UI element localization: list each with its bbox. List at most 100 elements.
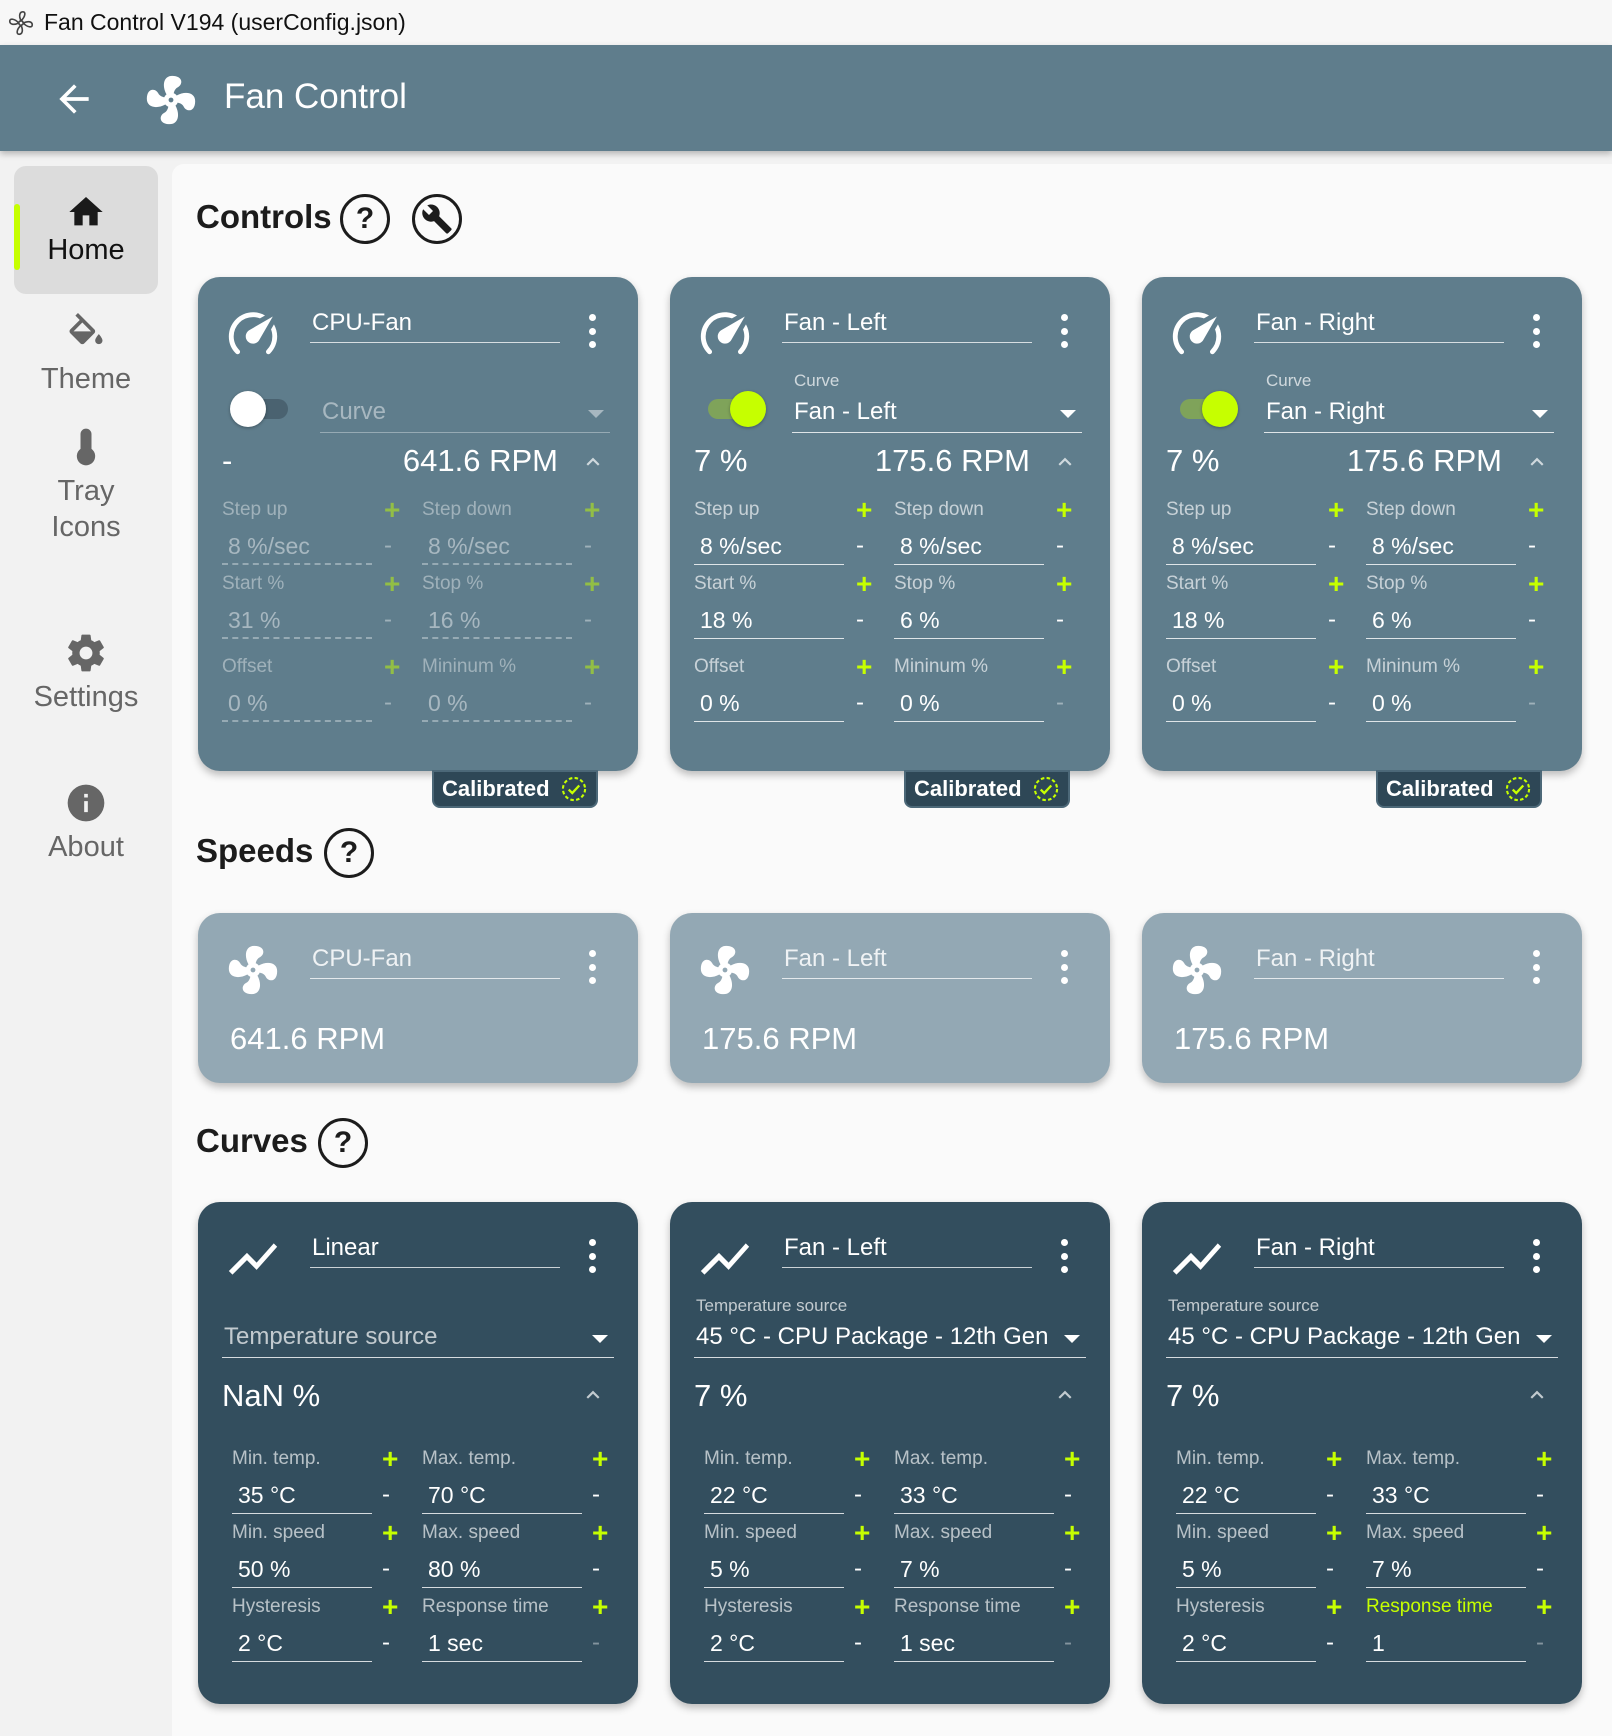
decrement-button[interactable]: - xyxy=(1328,529,1336,563)
temperature-source-select[interactable]: Temperature source 45 °C - CPU Package -… xyxy=(694,1296,1086,1358)
step-up-input[interactable]: 8 %/sec xyxy=(1166,529,1316,565)
start-percent-input[interactable]: 18 % xyxy=(694,603,844,639)
decrement-button[interactable]: - xyxy=(1536,1626,1544,1660)
increment-button[interactable]: + xyxy=(1328,569,1344,599)
decrement-button[interactable]: - xyxy=(856,529,864,563)
decrement-button[interactable]: - xyxy=(1326,1626,1334,1660)
offset-input[interactable]: 0 % xyxy=(694,686,844,722)
increment-button[interactable]: + xyxy=(382,1518,398,1548)
hysteresis-input[interactable]: 2 °C xyxy=(1176,1626,1316,1662)
max-temp-input[interactable]: 33 °C xyxy=(894,1478,1054,1514)
stop-percent-input[interactable]: 6 % xyxy=(1366,603,1516,639)
step-down-input[interactable]: 8 %/sec xyxy=(894,529,1044,565)
step-up-input[interactable]: 8 %/sec xyxy=(694,529,844,565)
decrement-button[interactable]: - xyxy=(384,529,392,563)
increment-button[interactable]: + xyxy=(382,1592,398,1622)
hysteresis-input[interactable]: 2 °C xyxy=(704,1626,844,1662)
increment-button[interactable]: + xyxy=(1328,495,1344,525)
more-options-icon[interactable] xyxy=(584,311,600,351)
increment-button[interactable]: + xyxy=(1528,652,1544,682)
decrement-button[interactable]: - xyxy=(592,1552,600,1586)
increment-button[interactable]: + xyxy=(1528,569,1544,599)
control-name-input[interactable]: CPU-Fan xyxy=(310,309,560,343)
controls-tools-button[interactable] xyxy=(412,194,462,244)
more-options-icon[interactable] xyxy=(584,947,600,987)
speed-name-input[interactable]: Fan - Left xyxy=(782,945,1032,979)
decrement-button[interactable]: - xyxy=(1064,1626,1072,1660)
increment-button[interactable]: + xyxy=(1064,1592,1080,1622)
response-time-input[interactable]: 1 sec xyxy=(422,1626,582,1662)
start-percent-input[interactable]: 18 % xyxy=(1166,603,1316,639)
stop-percent-input[interactable]: 16 % xyxy=(422,603,572,639)
sidebar-item-home[interactable]: Home xyxy=(14,166,158,294)
decrement-button[interactable]: - xyxy=(854,1626,862,1660)
decrement-button[interactable]: - xyxy=(1536,1552,1544,1586)
min-temp-input[interactable]: 22 °C xyxy=(1176,1478,1316,1514)
min-speed-input[interactable]: 50 % xyxy=(232,1552,372,1588)
more-options-icon[interactable] xyxy=(1056,311,1072,351)
increment-button[interactable]: + xyxy=(854,1518,870,1548)
increment-button[interactable]: + xyxy=(854,1444,870,1474)
decrement-button[interactable]: - xyxy=(1528,603,1536,637)
control-name-input[interactable]: Fan - Left xyxy=(782,309,1032,343)
step-up-input[interactable]: 8 %/sec xyxy=(222,529,372,565)
sidebar-item-about[interactable]: About xyxy=(14,781,158,891)
arrow-left-icon[interactable] xyxy=(52,77,96,121)
increment-button[interactable]: + xyxy=(584,495,600,525)
increment-button[interactable]: + xyxy=(1326,1592,1342,1622)
sidebar-item-theme[interactable]: Theme xyxy=(14,301,158,411)
decrement-button[interactable]: - xyxy=(382,1478,390,1512)
max-temp-input[interactable]: 70 °C xyxy=(422,1478,582,1514)
increment-button[interactable]: + xyxy=(382,1444,398,1474)
decrement-button[interactable]: - xyxy=(1326,1552,1334,1586)
decrement-button[interactable]: - xyxy=(384,603,392,637)
max-temp-input[interactable]: 33 °C xyxy=(1366,1478,1526,1514)
increment-button[interactable]: + xyxy=(592,1592,608,1622)
sidebar-item-settings[interactable]: Settings xyxy=(14,631,158,741)
decrement-button[interactable]: - xyxy=(382,1552,390,1586)
min-temp-input[interactable]: 22 °C xyxy=(704,1478,844,1514)
control-enable-toggle[interactable] xyxy=(702,389,766,429)
decrement-button[interactable]: - xyxy=(1536,1478,1544,1512)
curves-help-button[interactable]: ? xyxy=(318,1118,368,1168)
hysteresis-input[interactable]: 2 °C xyxy=(232,1626,372,1662)
increment-button[interactable]: + xyxy=(384,495,400,525)
decrement-button[interactable]: - xyxy=(1056,603,1064,637)
increment-button[interactable]: + xyxy=(384,569,400,599)
decrement-button[interactable]: - xyxy=(1528,686,1536,720)
speed-name-input[interactable]: CPU-Fan xyxy=(310,945,560,979)
increment-button[interactable]: + xyxy=(584,652,600,682)
chevron-up-icon[interactable] xyxy=(580,1382,606,1408)
offset-input[interactable]: 0 % xyxy=(1166,686,1316,722)
speeds-help-button[interactable]: ? xyxy=(324,828,374,878)
decrement-button[interactable]: - xyxy=(854,1552,862,1586)
increment-button[interactable]: + xyxy=(592,1444,608,1474)
curve-name-input[interactable]: Fan - Left xyxy=(782,1234,1032,1268)
increment-button[interactable]: + xyxy=(1056,569,1072,599)
chevron-up-icon[interactable] xyxy=(1524,449,1550,475)
minimum-percent-input[interactable]: 0 % xyxy=(422,686,572,722)
decrement-button[interactable]: - xyxy=(1528,529,1536,563)
chevron-up-icon[interactable] xyxy=(1052,1382,1078,1408)
max-speed-input[interactable]: 7 % xyxy=(894,1552,1054,1588)
increment-button[interactable]: + xyxy=(854,1592,870,1622)
decrement-button[interactable]: - xyxy=(384,686,392,720)
increment-button[interactable]: + xyxy=(1064,1518,1080,1548)
stop-percent-input[interactable]: 6 % xyxy=(894,603,1044,639)
curve-select[interactable]: Curve Fan - Right xyxy=(1264,371,1554,433)
curve-select[interactable]: Curve xyxy=(320,383,610,433)
chevron-up-icon[interactable] xyxy=(1524,1382,1550,1408)
curve-name-input[interactable]: Linear xyxy=(310,1234,560,1268)
increment-button[interactable]: + xyxy=(1326,1518,1342,1548)
increment-button[interactable]: + xyxy=(584,569,600,599)
increment-button[interactable]: + xyxy=(1326,1444,1342,1474)
chevron-up-icon[interactable] xyxy=(1052,449,1078,475)
minimum-percent-input[interactable]: 0 % xyxy=(1366,686,1516,722)
step-down-input[interactable]: 8 %/sec xyxy=(1366,529,1516,565)
decrement-button[interactable]: - xyxy=(1056,529,1064,563)
decrement-button[interactable]: - xyxy=(1056,686,1064,720)
curve-select[interactable]: Curve Fan - Left xyxy=(792,371,1082,433)
control-enable-toggle[interactable] xyxy=(230,389,294,429)
decrement-button[interactable]: - xyxy=(856,686,864,720)
decrement-button[interactable]: - xyxy=(584,529,592,563)
